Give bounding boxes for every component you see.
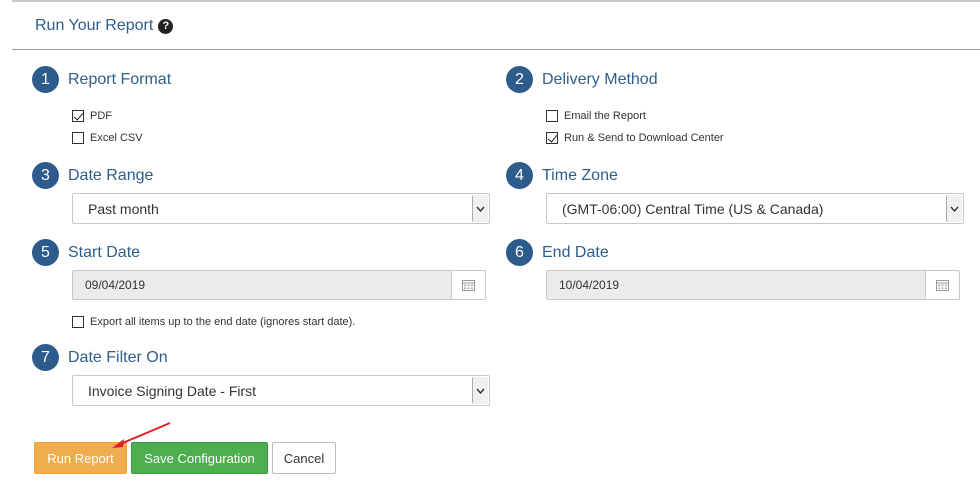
chevron-down-icon[interactable]: [472, 195, 488, 222]
step-date-range: 3 Date Range: [32, 162, 153, 189]
pdf-option[interactable]: PDF: [72, 110, 112, 122]
export-all-option[interactable]: Export all items up to the end date (ign…: [72, 316, 355, 328]
csv-option[interactable]: Excel CSV: [72, 132, 143, 144]
page-title-text: Run Your Report: [35, 17, 154, 34]
chevron-down-icon[interactable]: [472, 377, 488, 404]
date-range-select[interactable]: Past month: [72, 193, 490, 224]
step-start-date: 5 Start Date: [32, 239, 140, 266]
export-all-label: Export all items up to the end date (ign…: [90, 316, 356, 328]
date-range-value: Past month: [88, 200, 159, 217]
step-number-badge: 7: [32, 344, 59, 371]
date-filter-value: Invoice Signing Date - First: [88, 382, 257, 399]
step-number-badge: 6: [506, 239, 533, 266]
step-number-badge: 1: [32, 66, 59, 93]
top-divider: [12, 0, 980, 2]
step-title: Start Date: [68, 243, 141, 261]
step-title: Date Range: [68, 166, 154, 184]
pdf-checkbox[interactable]: [72, 110, 84, 122]
email-label: Email the Report: [564, 110, 646, 122]
step-report-format: 1 Report Format: [32, 66, 171, 93]
date-filter-select[interactable]: Invoice Signing Date - First: [72, 375, 490, 406]
end-date-input[interactable]: 10/04/2019: [546, 270, 925, 300]
step-end-date: 6 End Date: [506, 239, 609, 266]
start-date-input[interactable]: 09/04/2019: [72, 270, 451, 300]
download-center-label: Run & Send to Download Center: [564, 132, 724, 144]
email-checkbox[interactable]: [546, 110, 558, 122]
step-number-badge: 3: [32, 162, 59, 189]
question-circle-icon[interactable]: ?: [158, 18, 174, 34]
end-date-field[interactable]: 10/04/2019: [546, 270, 960, 300]
csv-checkbox[interactable]: [72, 132, 84, 144]
time-zone-value: (GMT-06:00) Central Time (US & Canada): [562, 200, 824, 217]
download-center-checkbox[interactable]: [546, 132, 558, 144]
start-date-field[interactable]: 09/04/2019: [72, 270, 486, 300]
step-number-badge: 5: [32, 239, 59, 266]
time-zone-select[interactable]: (GMT-06:00) Central Time (US & Canada): [546, 193, 964, 224]
step-title: Time Zone: [542, 166, 618, 184]
chevron-down-icon[interactable]: [946, 195, 962, 222]
step-date-filter: 7 Date Filter On: [32, 344, 168, 371]
cancel-button[interactable]: Cancel: [272, 442, 336, 474]
step-title: Report Format: [68, 70, 172, 88]
step-delivery-method: 2 Delivery Method: [506, 66, 658, 93]
step-title: Delivery Method: [542, 70, 658, 88]
page-title: Run Your Report ?: [35, 17, 174, 35]
email-option[interactable]: Email the Report: [546, 110, 646, 122]
step-time-zone: 4 Time Zone: [506, 162, 618, 189]
export-all-checkbox[interactable]: [72, 316, 84, 328]
step-number-badge: 4: [506, 162, 533, 189]
calendar-icon[interactable]: [925, 270, 960, 300]
csv-label: Excel CSV: [90, 132, 143, 144]
pdf-label: PDF: [90, 110, 112, 122]
step-number-badge: 2: [506, 66, 533, 93]
step-title: Date Filter On: [68, 348, 168, 366]
download-center-option[interactable]: Run & Send to Download Center: [546, 132, 724, 144]
header-divider: [12, 49, 980, 50]
annotation-arrow-icon: [112, 422, 171, 448]
step-title: End Date: [542, 243, 609, 261]
calendar-icon[interactable]: [451, 270, 486, 300]
